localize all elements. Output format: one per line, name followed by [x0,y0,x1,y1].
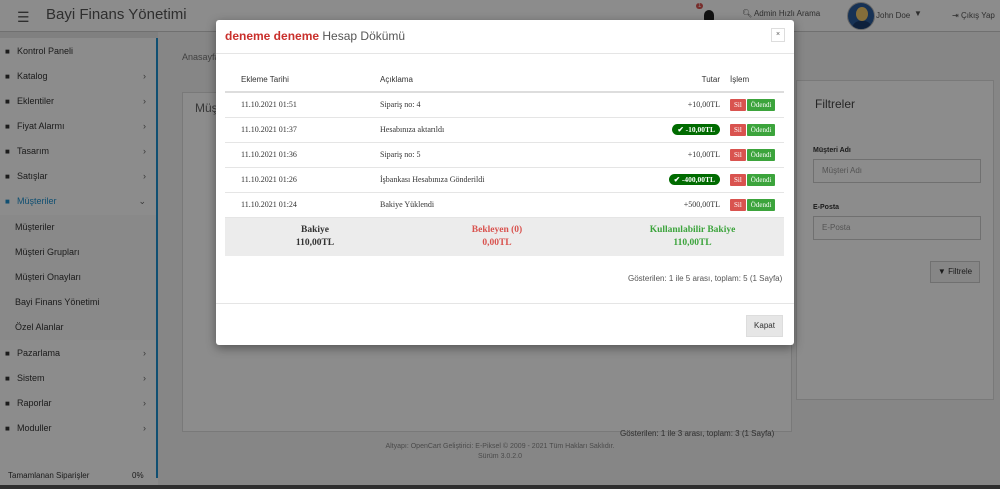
account-statement-modal: deneme deneme Hesap Dökümü × Ekleme Tari… [216,20,794,345]
pending-label: Bekleyen (0) [471,225,523,235]
table-row: 11.10.2021 01:36 Sipariş no: 5 +10,00TL Sil… [225,142,784,168]
row-description: Sipariş no: 5 [380,142,630,168]
modal-footer: Kapat [216,303,794,345]
delete-button[interactable]: Sil [730,198,746,211]
mark-paid-button[interactable]: Ödendi [746,123,776,136]
row-actions: Sil Ödendi [730,92,784,118]
delete-button[interactable]: Sil [730,123,746,136]
delete-button[interactable]: Sil [730,98,746,111]
close-button[interactable]: Kapat [746,315,783,337]
mark-paid-button[interactable]: Ödendi [746,98,776,111]
negative-amount-badge: ✔ -10,00TL [672,124,720,135]
negative-amount-badge: ✔ -400,00TL [668,174,720,185]
mark-paid-button[interactable]: Ödendi [746,198,776,211]
row-actions: Sil Ödendi [730,192,784,218]
row-description: Sipariş no: 4 [380,92,630,118]
mark-paid-button[interactable]: Ödendi [746,173,776,186]
row-date: 11.10.2021 01:26 [225,167,380,193]
row-amount-cell: ✔ -400,00TL [630,167,730,193]
col-date-header[interactable]: Ekleme Tarihi [225,67,380,93]
modal-pagination-info: Gösterilen: 1 ile 5 arası, toplam: 5 (1 … [628,274,783,283]
table-row: 11.10.2021 01:24 Bakiye Yüklendi +500,00TL… [225,192,784,218]
row-date: 11.10.2021 01:36 [225,142,380,168]
modal-title: deneme deneme Hesap Dökümü [225,29,405,43]
transactions-table: Ekleme Tarihi Açıklama Tutar İşlem 11.10… [225,67,784,218]
check-icon: ✔ [673,175,682,184]
modal-title-suffix: Hesap Dökümü [322,29,406,43]
row-amount-cell: +500,00TL [630,192,730,218]
table-row: 11.10.2021 01:51 Sipariş no: 4 +10,00TL Sil… [225,92,784,118]
pending-block: Bekleyen (0) 0,00TL [437,224,557,250]
row-date: 11.10.2021 01:37 [225,117,380,143]
row-actions: Sil Ödendi [730,142,784,168]
row-amount: +500,00TL [683,200,720,209]
close-icon[interactable]: × [771,28,785,42]
available-label: Kullanılabilir Bakiye [649,225,736,235]
row-amount-cell: +10,00TL [630,92,730,118]
table-row: 11.10.2021 01:37 Hesabınıza aktarıldı ✔ -1… [225,117,784,143]
row-date: 11.10.2021 01:24 [225,192,380,218]
col-desc-header: Açıklama [380,67,630,93]
available-block: Kullanılabilir Bakiye 110,00TL [625,224,760,250]
row-amount-cell: +10,00TL [630,142,730,168]
row-amount: -10,00TL [685,125,715,134]
row-actions: Sil Ödendi [730,167,784,193]
balance-value: 110,00TL [295,238,335,248]
row-amount: -400,00TL [681,175,715,184]
table-header-row: Ekleme Tarihi Açıklama Tutar İşlem [225,67,784,93]
available-value: 110,00TL [673,238,712,248]
row-actions: Sil Ödendi [730,117,784,143]
balance-summary: Bakiye 110,00TL Bekleyen (0) 0,00TL Kull… [225,218,784,256]
customer-name: deneme deneme [225,29,320,43]
row-description: Bakiye Yüklendi [380,192,630,218]
balance-label: Bakiye [301,225,329,235]
table-row: 11.10.2021 01:26 İşbankası Hesabınıza Gön… [225,167,784,193]
col-amount-header: Tutar [630,67,730,93]
pending-value: 0,00TL [482,238,512,248]
delete-button[interactable]: Sil [730,173,746,186]
check-icon: ✔ [677,125,686,134]
mark-paid-button[interactable]: Ödendi [746,148,776,161]
row-description: Hesabınıza aktarıldı [380,117,630,143]
row-amount: +10,00TL [687,100,720,110]
row-amount-cell: ✔ -10,00TL [630,117,730,143]
col-action-header: İşlem [730,67,784,93]
delete-button[interactable]: Sil [730,148,746,161]
row-amount: +10,00TL [687,150,720,159]
balance-block: Bakiye 110,00TL [265,224,365,250]
modal-header: deneme deneme Hesap Dökümü × [216,20,794,54]
row-description: İşbankası Hesabınıza Gönderildi [380,167,630,193]
row-date: 11.10.2021 01:51 [225,92,380,118]
